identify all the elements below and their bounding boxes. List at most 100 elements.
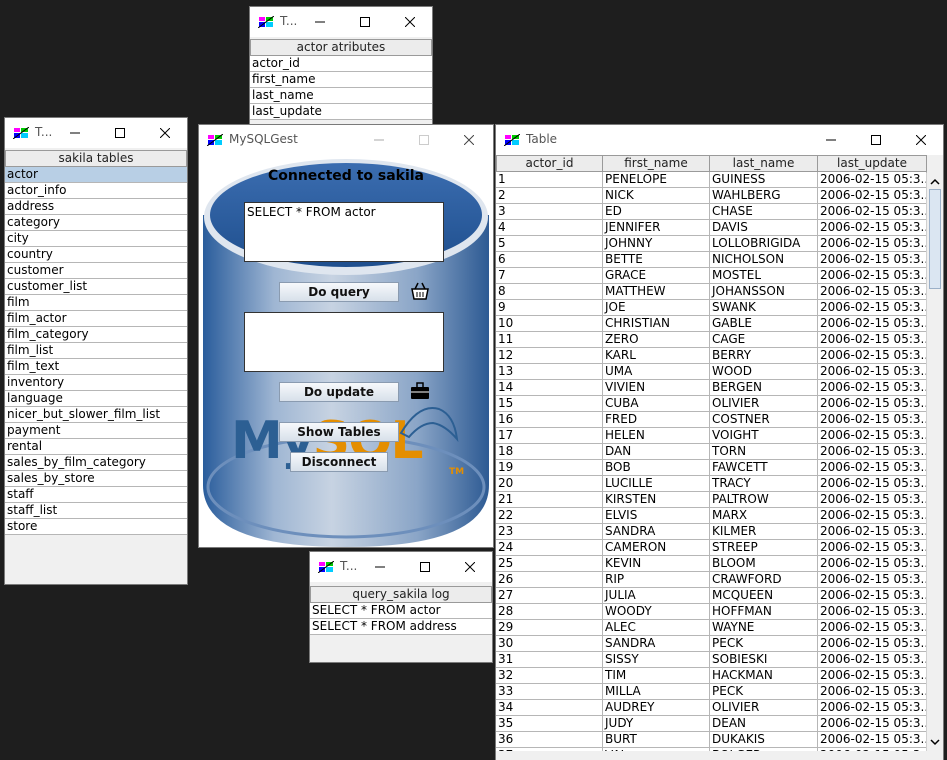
minimize-button[interactable] <box>53 118 97 148</box>
update-textarea[interactable] <box>244 312 444 372</box>
minimize-button[interactable] <box>809 125 853 155</box>
table-row[interactable]: 28 WOODY HOFFMAN 2006-02-15 05:3... <box>496 604 927 620</box>
table-cell[interactable]: BOB <box>603 460 710 476</box>
table-row[interactable]: 11 ZERO CAGE 2006-02-15 05:3... <box>496 332 927 348</box>
table-list-item[interactable]: film <box>5 295 187 311</box>
table-list-item[interactable]: actor <box>5 167 187 183</box>
table-cell[interactable]: 17 <box>496 428 603 444</box>
table-cell[interactable]: 25 <box>496 556 603 572</box>
table-list-item[interactable]: address <box>5 199 187 215</box>
table-cell[interactable]: 23 <box>496 524 603 540</box>
table-cell[interactable]: 2006-02-15 05:3... <box>818 396 927 412</box>
table-cell[interactable]: 2006-02-15 05:3... <box>818 492 927 508</box>
table-cell[interactable]: 2006-02-15 05:3... <box>818 588 927 604</box>
table-cell[interactable]: 2006-02-15 05:3... <box>818 684 927 700</box>
table-cell[interactable]: DAVIS <box>710 220 818 236</box>
table-cell[interactable]: BETTE <box>603 252 710 268</box>
table-cell[interactable]: VIVIEN <box>603 380 710 396</box>
table-cell[interactable]: DEAN <box>710 716 818 732</box>
table-cell[interactable]: WAHLBERG <box>710 188 818 204</box>
table-cell[interactable]: 29 <box>496 620 603 636</box>
table-row[interactable]: 7 GRACE MOSTEL 2006-02-15 05:3... <box>496 268 927 284</box>
table-cell[interactable]: 16 <box>496 412 603 428</box>
do-update-button[interactable]: Do update <box>279 382 399 402</box>
table-cell[interactable]: 11 <box>496 332 603 348</box>
table-row[interactable]: 25 KEVIN BLOOM 2006-02-15 05:3... <box>496 556 927 572</box>
table-row[interactable]: 35 JUDY DEAN 2006-02-15 05:3... <box>496 716 927 732</box>
table-cell[interactable]: OLIVIER <box>710 396 818 412</box>
table-cell[interactable]: BERGEN <box>710 380 818 396</box>
table-cell[interactable]: JULIA <box>603 588 710 604</box>
table-cell[interactable]: 2006-02-15 05:3... <box>818 300 927 316</box>
table-row[interactable]: 10 CHRISTIAN GABLE 2006-02-15 05:3... <box>496 316 927 332</box>
table-row[interactable]: 6 BETTE NICHOLSON 2006-02-15 05:3... <box>496 252 927 268</box>
table-cell[interactable]: 12 <box>496 348 603 364</box>
table-cell[interactable]: 36 <box>496 732 603 748</box>
table-cell[interactable]: 2006-02-15 05:3... <box>818 668 927 684</box>
table-cell[interactable]: CAGE <box>710 332 818 348</box>
table-cell[interactable]: TIM <box>603 668 710 684</box>
basket-icon[interactable] <box>410 281 430 301</box>
show-tables-button[interactable]: Show Tables <box>279 422 399 442</box>
table-cell[interactable]: GUINESS <box>710 172 818 188</box>
table-cell[interactable]: 2006-02-15 05:3... <box>818 188 927 204</box>
minimize-button[interactable] <box>358 552 402 582</box>
table-cell[interactable]: 2006-02-15 05:3... <box>818 716 927 732</box>
table-cell[interactable]: CRAWFORD <box>710 572 818 588</box>
main-titlebar[interactable]: MySQLGest <box>199 125 493 155</box>
table-cell[interactable]: 2006-02-15 05:3... <box>818 172 927 188</box>
table-cell[interactable]: CHASE <box>710 204 818 220</box>
table-cell[interactable]: FRED <box>603 412 710 428</box>
table-cell[interactable]: UMA <box>603 364 710 380</box>
table-cell[interactable]: 15 <box>496 396 603 412</box>
table-cell[interactable]: LUCILLE <box>603 476 710 492</box>
table-cell[interactable]: MOSTEL <box>710 268 818 284</box>
table-cell[interactable]: 30 <box>496 636 603 652</box>
table-cell[interactable]: STREEP <box>710 540 818 556</box>
table-cell[interactable]: 2006-02-15 05:3... <box>818 556 927 572</box>
table-cell[interactable]: BLOOM <box>710 556 818 572</box>
table-cell[interactable]: 2006-02-15 05:3... <box>818 380 927 396</box>
table-cell[interactable]: WOODY <box>603 604 710 620</box>
table-cell[interactable]: JOE <box>603 300 710 316</box>
table-row[interactable]: 19 BOB FAWCETT 2006-02-15 05:3... <box>496 460 927 476</box>
table-cell[interactable]: 14 <box>496 380 603 396</box>
table-cell[interactable]: 2006-02-15 05:3... <box>818 268 927 284</box>
table-cell[interactable]: 35 <box>496 716 603 732</box>
table-cell[interactable]: ELVIS <box>603 508 710 524</box>
table-row[interactable]: 27 JULIA MCQUEEN 2006-02-15 05:3... <box>496 588 927 604</box>
table-cell[interactable]: 32 <box>496 668 603 684</box>
table-row[interactable]: 12 KARL BERRY 2006-02-15 05:3... <box>496 348 927 364</box>
table-cell[interactable]: 2006-02-15 05:3... <box>818 636 927 652</box>
table-cell[interactable]: 2006-02-15 05:3... <box>818 524 927 540</box>
table-cell[interactable]: 2 <box>496 188 603 204</box>
table-cell[interactable]: BOLGER <box>710 748 818 751</box>
table-cell[interactable]: 2006-02-15 05:3... <box>818 604 927 620</box>
table-list-item[interactable]: country <box>5 247 187 263</box>
table-cell[interactable]: VAL <box>603 748 710 751</box>
table-cell[interactable]: 33 <box>496 684 603 700</box>
minimize-button[interactable] <box>357 125 401 155</box>
close-button[interactable] <box>388 7 432 37</box>
log-list-header[interactable]: query_sakila log <box>310 586 492 603</box>
table-row[interactable]: 21 KIRSTEN PALTROW 2006-02-15 05:3... <box>496 492 927 508</box>
table-cell[interactable]: NICHOLSON <box>710 252 818 268</box>
table-cell[interactable]: SOBIESKI <box>710 652 818 668</box>
table-cell[interactable]: 24 <box>496 540 603 556</box>
attribute-list-item[interactable]: last_update <box>250 104 432 120</box>
table-cell[interactable]: 34 <box>496 700 603 716</box>
attributes-titlebar[interactable]: T... <box>250 7 432 37</box>
table-cell[interactable]: 2006-02-15 05:3... <box>818 284 927 300</box>
table-cell[interactable]: 27 <box>496 588 603 604</box>
column-header-actor-id[interactable]: actor_id <box>496 155 603 172</box>
table-list-item[interactable]: customer <box>5 263 187 279</box>
table-cell[interactable]: KIRSTEN <box>603 492 710 508</box>
scrollbar-thumb[interactable] <box>929 189 941 289</box>
table-cell[interactable]: MATTHEW <box>603 284 710 300</box>
table-cell[interactable]: 2006-02-15 05:3... <box>818 620 927 636</box>
table-cell[interactable]: JOHNNY <box>603 236 710 252</box>
disconnect-button[interactable]: Disconnect <box>290 452 388 472</box>
table-cell[interactable]: SISSY <box>603 652 710 668</box>
log-titlebar[interactable]: T... <box>310 552 492 582</box>
do-query-button[interactable]: Do query <box>279 282 399 302</box>
